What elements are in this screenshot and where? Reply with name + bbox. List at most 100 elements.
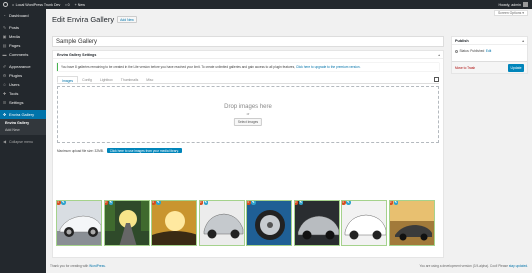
edit-icon[interactable]: ✎ — [346, 201, 351, 205]
gallery-thumbnail[interactable]: × ✎ — [198, 200, 245, 246]
user-icon: ☺ — [2, 82, 7, 87]
upload-info-row: Maximum upload file size: 32MB. Click he… — [57, 147, 439, 154]
envira-submenu: Envira Gallery Add New — [0, 119, 46, 135]
menu-comments[interactable]: ▬ Comments — [0, 50, 46, 59]
silver-car-front-image — [199, 201, 244, 245]
add-new-button[interactable]: Add New — [117, 16, 137, 23]
collapse-menu[interactable]: ◀ Collapse menu — [0, 137, 46, 146]
footer-right-text: You are using a development version (3.9… — [419, 264, 508, 268]
remove-icon[interactable]: × — [57, 201, 61, 205]
menu-label: Settings — [9, 100, 24, 105]
fullscreen-icon[interactable] — [434, 77, 439, 82]
gallery-thumbnail[interactable]: × ✎ — [341, 200, 387, 246]
publish-title: Publish — [455, 39, 469, 43]
menu-label: Users — [9, 82, 20, 87]
comments-count: 0 — [67, 2, 70, 7]
wordpress-icon — [3, 2, 8, 7]
menu-label: Dashboard — [9, 13, 29, 18]
plus-icon: + — [74, 2, 77, 7]
car-hood-sunset-image — [152, 201, 196, 245]
menu-media[interactable]: ▣ Media — [0, 32, 46, 41]
status-edit-link[interactable]: Edit — [486, 49, 492, 53]
submenu-add-new[interactable]: Add New — [0, 127, 46, 134]
remove-icon[interactable]: × — [199, 201, 203, 205]
howdy-text: Howdy, admin — [498, 2, 521, 7]
update-button[interactable]: Update — [508, 64, 524, 72]
wordpress-link[interactable]: WordPress. — [89, 264, 106, 268]
remove-icon[interactable]: × — [294, 201, 298, 205]
edit-icon[interactable]: ✎ — [393, 201, 398, 205]
avatar — [523, 2, 528, 7]
menu-appearance[interactable]: ✐ Appearance — [0, 62, 46, 71]
tab-misc[interactable]: Misc — [142, 76, 157, 83]
gallery-thumbnail[interactable]: × ✎ — [103, 200, 150, 246]
edit-icon[interactable]: ✎ — [61, 201, 66, 205]
status-pin-icon — [455, 49, 458, 53]
new-content-link[interactable]: + New — [75, 0, 85, 9]
tab-thumbnails[interactable]: Thumbnails — [117, 76, 143, 83]
menu-label: Posts — [9, 25, 20, 30]
gallery-thumbnail[interactable]: × ✎ — [56, 200, 102, 246]
pin-icon: ✎ — [2, 25, 7, 30]
menu-label: Comments — [9, 52, 29, 57]
edit-icon[interactable]: ✎ — [108, 201, 113, 205]
media-library-button[interactable]: Click here to use images from your media… — [106, 147, 182, 154]
gallery-title-input[interactable]: Sample Gallery — [52, 36, 444, 47]
menu-tools[interactable]: ✚ Tools — [0, 89, 46, 98]
edit-icon[interactable]: ✎ — [298, 201, 303, 205]
menu-settings[interactable]: ☰ Settings — [0, 98, 46, 107]
publish-box-header[interactable]: Publish ▴ — [452, 37, 527, 45]
menu-label: Pages — [9, 43, 21, 48]
gallery-thumbnail[interactable]: × ✎ — [388, 200, 435, 246]
move-to-trash-link[interactable]: Move to Trash — [455, 66, 475, 70]
white-car-front-image — [342, 201, 386, 245]
edit-icon[interactable]: ✎ — [203, 201, 208, 205]
footer-left-text: Thank you for creating with — [50, 264, 89, 268]
submenu-envira-gallery[interactable]: Envira Gallery — [0, 120, 46, 127]
tab-images[interactable]: Images — [57, 76, 79, 83]
remove-icon[interactable]: × — [342, 201, 346, 205]
menu-plugins[interactable]: ⚙ Plugins — [0, 71, 46, 80]
menu-envira-gallery[interactable]: ❖ Envira Gallery — [0, 110, 46, 119]
collapse-label: Collapse menu — [9, 139, 33, 144]
comments-link[interactable]: ▪ 0 — [65, 0, 69, 9]
edit-icon[interactable]: ✎ — [156, 201, 161, 205]
edit-icon[interactable]: ✎ — [251, 201, 256, 205]
upgrade-link[interactable]: Click here to upgrade to the premium ver… — [296, 65, 361, 69]
notice-text: You have 8 galleries remaining to be cre… — [61, 65, 296, 69]
collapse-arrow-icon[interactable]: ▴ — [438, 51, 440, 59]
menu-pages[interactable]: ▤ Pages — [0, 41, 46, 50]
menu-users[interactable]: ☺ Users — [0, 80, 46, 89]
settings-box-header[interactable]: Envira Gallery Settings ▴ — [53, 51, 443, 59]
site-name-link[interactable]: ⌂ Local WordPress Trunk Dev — [12, 0, 60, 9]
select-images-button[interactable]: Select Images — [233, 118, 263, 126]
drop-images-text: Drop images here — [224, 104, 272, 110]
new-label: New — [77, 2, 85, 7]
screen-options-button[interactable]: Screen Options ▾ — [493, 10, 528, 16]
page-title: Edit Envira Gallery — [52, 15, 115, 24]
menu-dashboard[interactable]: ◔ Dashboard — [0, 11, 46, 20]
car-road-sunset-image — [389, 201, 434, 245]
menu-posts[interactable]: ✎ Posts — [0, 23, 46, 32]
menu-label: Envira Gallery — [9, 112, 35, 117]
tab-config[interactable]: Config — [78, 76, 96, 83]
home-icon: ⌂ — [12, 2, 15, 7]
stay-updated-link[interactable]: stay updated. — [509, 264, 528, 268]
my-account-link[interactable]: Howdy, admin — [498, 0, 528, 9]
collapse-arrow-icon[interactable]: ▴ — [522, 37, 524, 45]
gallery-thumbnail[interactable]: × ✎ — [246, 200, 292, 246]
tab-lightbox[interactable]: Lightbox — [96, 76, 117, 83]
remove-icon[interactable]: × — [389, 201, 393, 205]
wordpress-logo[interactable] — [3, 0, 8, 9]
status-text: Status: Published — [459, 49, 485, 53]
remove-icon[interactable]: × — [104, 201, 108, 205]
upgrade-notice: You have 8 galleries remaining to be cre… — [57, 63, 439, 71]
upload-dropzone[interactable]: Drop images here or Select Images — [57, 86, 439, 143]
remove-icon[interactable]: × — [247, 201, 251, 205]
gallery-thumbnail[interactable]: × ✎ — [151, 200, 197, 246]
gallery-thumbnail[interactable]: × ✎ — [293, 200, 340, 246]
settings-tabs: Images Config Lightbox Thumbnails Misc — [57, 76, 439, 84]
collapse-icon: ◀ — [2, 139, 7, 144]
remove-icon[interactable]: × — [152, 201, 156, 205]
comment-icon: ▬ — [2, 52, 7, 57]
